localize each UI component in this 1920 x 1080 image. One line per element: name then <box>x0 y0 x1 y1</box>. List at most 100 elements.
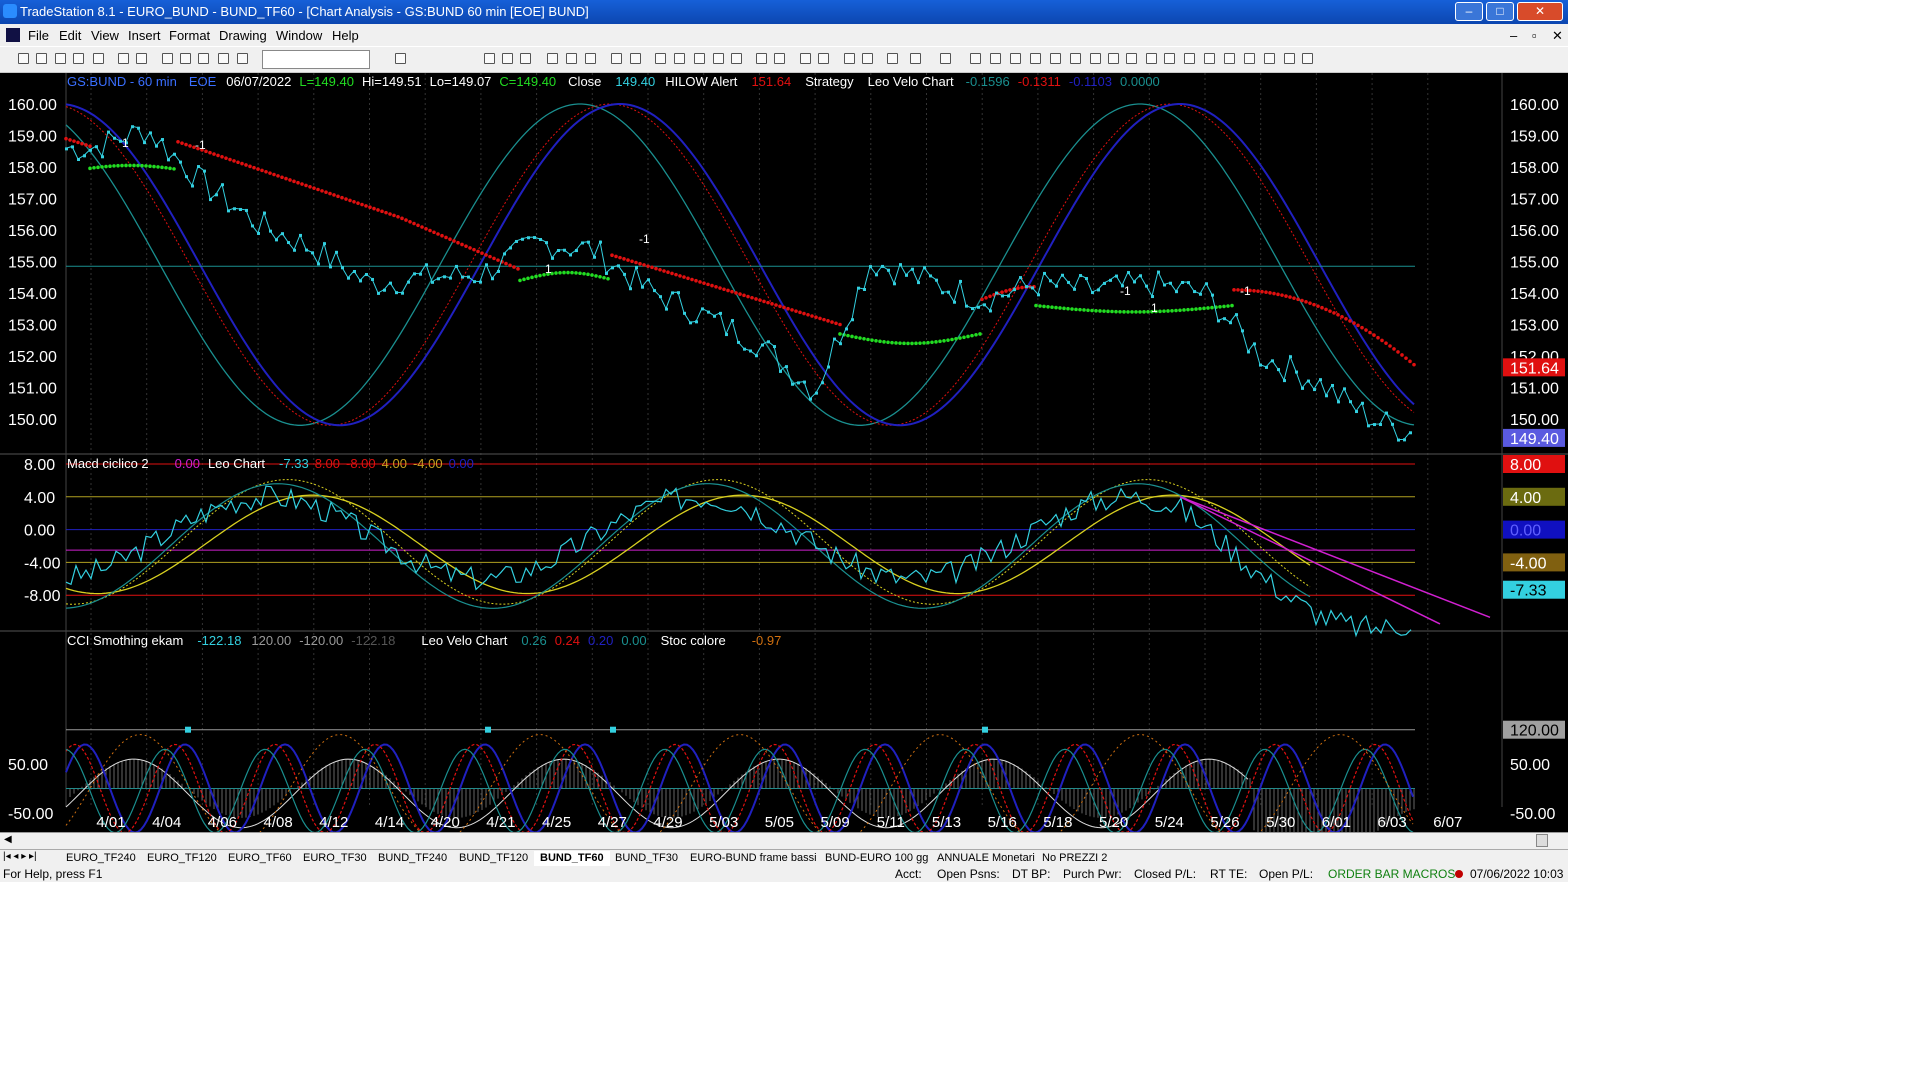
toolbar-tool-icon[interactable] <box>655 53 666 64</box>
toolbar-tool-icon[interactable] <box>887 53 898 64</box>
toolbar-tool-icon[interactable] <box>694 53 705 64</box>
scroll-left-icon[interactable]: ◀ <box>4 834 12 845</box>
toolbar-tool-icon[interactable] <box>502 53 513 64</box>
toolbar-tool-icon[interactable] <box>800 53 811 64</box>
toolbar-tool-icon[interactable] <box>36 53 47 64</box>
strategy-green-dot <box>1118 309 1122 314</box>
toolbar-tool-icon[interactable] <box>1264 53 1275 64</box>
tab-nav-icon[interactable]: |◂ ◂ ▸ ▸| <box>3 851 37 862</box>
toolbar-tool-icon[interactable] <box>73 53 84 64</box>
menu-edit[interactable]: Edit <box>59 28 81 43</box>
tab-annuale-monetari[interactable]: ANNUALE Monetari <box>931 851 1041 866</box>
toolbar-tool-icon[interactable] <box>93 53 104 64</box>
toolbar-tool-icon[interactable] <box>1146 53 1157 64</box>
toolbar-tool-icon[interactable] <box>18 53 29 64</box>
tab-bund-euro-100gg[interactable]: BUND-EURO 100 gg <box>819 851 934 866</box>
toolbar-tool-icon[interactable] <box>774 53 785 64</box>
maximize-button[interactable]: □ <box>1486 2 1514 21</box>
toolbar-tool-icon[interactable] <box>1050 53 1061 64</box>
menu-format[interactable]: Format <box>169 28 210 43</box>
toolbar-tool-icon[interactable] <box>990 53 1001 64</box>
close-button[interactable]: ✕ <box>1517 2 1563 21</box>
minimize-button[interactable]: – <box>1455 2 1483 21</box>
toolbar-tool-icon[interactable] <box>1224 53 1235 64</box>
toolbar-tool-icon[interactable] <box>198 53 209 64</box>
symbol-dropdown[interactable] <box>262 50 370 69</box>
toolbar-tool-icon[interactable] <box>713 53 724 64</box>
strategy-red-dot <box>444 235 448 240</box>
strategy-red-dot <box>1296 297 1300 302</box>
strategy-red-dot <box>662 269 666 273</box>
tab-no-prezzi-2[interactable]: No PREZZI 2 <box>1036 851 1113 866</box>
toolbar-tool-icon[interactable] <box>818 53 829 64</box>
menu-drawing[interactable]: Drawing <box>219 28 267 43</box>
strategy-green-dot <box>1206 306 1210 310</box>
toolbar-tool-icon[interactable] <box>218 53 229 64</box>
toolbar-tool-icon[interactable] <box>1070 53 1081 64</box>
tab-euro-tf120[interactable]: EURO_TF120 <box>141 851 223 866</box>
toolbar-tool-icon[interactable] <box>547 53 558 64</box>
tab-euro-tf30[interactable]: EURO_TF30 <box>297 851 373 866</box>
toolbar-tool-icon[interactable] <box>55 53 66 64</box>
menu-view[interactable]: View <box>91 28 119 43</box>
menu-window[interactable]: Window <box>276 28 322 43</box>
tab-bund-tf60[interactable]: BUND_TF60 <box>534 851 610 866</box>
tab-bund-tf30[interactable]: BUND_TF30 <box>609 851 684 866</box>
toolbar-tool-icon[interactable] <box>674 53 685 64</box>
toolbar-tool-icon[interactable] <box>585 53 596 64</box>
toolbar-tool-icon[interactable] <box>1302 53 1313 64</box>
toolbar-tool-icon[interactable] <box>970 53 981 64</box>
tab-euro-tf240[interactable]: EURO_TF240 <box>60 851 142 866</box>
status-macros[interactable]: ORDER BAR MACROS <box>1328 867 1455 881</box>
toolbar-tool-icon[interactable] <box>731 53 742 64</box>
toolbar-tool-icon[interactable] <box>1126 53 1137 64</box>
macd-trendline <box>1179 496 1491 619</box>
toolbar-tool-icon[interactable] <box>910 53 921 64</box>
tab-bund-tf240[interactable]: BUND_TF240 <box>372 851 453 866</box>
toolbar-tool-icon[interactable] <box>237 53 248 64</box>
strategy-red-dot <box>208 150 212 155</box>
macd-y-tick: 0.00 <box>24 523 55 540</box>
scroll-thumb[interactable] <box>1536 834 1548 847</box>
menu-insert[interactable]: Insert <box>128 28 161 43</box>
toolbar-tool-icon[interactable] <box>1108 53 1119 64</box>
toolbar-tool-icon[interactable] <box>844 53 855 64</box>
tab-euro-tf60[interactable]: EURO_TF60 <box>222 851 298 866</box>
toolbar-tool-icon[interactable] <box>1090 53 1101 64</box>
tab-euro-bund-frame-bassi[interactable]: EURO-BUND frame bassi <box>684 851 823 866</box>
toolbar-tool-icon[interactable] <box>520 53 531 64</box>
strategy-green-dot <box>1166 309 1170 313</box>
toolbar-tool-icon[interactable] <box>118 53 129 64</box>
toolbar-tool-icon[interactable] <box>566 53 577 64</box>
toolbar-tool-icon[interactable] <box>1030 53 1041 64</box>
strategy-red-dot <box>188 144 192 148</box>
chart-canvas[interactable]: 1 -1 1 -1 -1 1 -1 4/01 4/04 4/06 4/08 4/12 4/14 4/20… <box>0 73 1568 849</box>
strategy-red-dot <box>348 198 352 203</box>
mdi-close-button[interactable]: ✕ <box>1552 28 1563 44</box>
toolbar-tool-icon[interactable] <box>1164 53 1175 64</box>
toolbar-tool-icon[interactable] <box>940 53 951 64</box>
toolbar-tool-icon[interactable] <box>1244 53 1255 64</box>
toolbar-tool-icon[interactable] <box>180 53 191 64</box>
mdi-minimize-button[interactable]: – <box>1510 28 1517 43</box>
toolbar-tool-icon[interactable] <box>862 53 873 64</box>
price-y-tick-right: 155.00 <box>1510 255 1559 272</box>
toolbar-tool-icon[interactable] <box>630 53 641 64</box>
horizontal-scrollbar[interactable]: ◀ <box>0 832 1568 849</box>
toolbar-tool-icon[interactable] <box>1204 53 1215 64</box>
toolbar-tool-icon[interactable] <box>756 53 767 64</box>
toolbar-tool-icon[interactable] <box>1010 53 1021 64</box>
strategy-green-dot <box>1194 307 1198 311</box>
toolbar-tool-icon[interactable] <box>395 53 406 64</box>
toolbar-tool-icon[interactable] <box>484 53 495 64</box>
mdi-restore-button[interactable]: ▫ <box>1532 28 1537 43</box>
menu-file[interactable]: File <box>28 28 49 43</box>
toolbar-tool-icon[interactable] <box>1284 53 1295 64</box>
menu-help[interactable]: Help <box>332 28 359 43</box>
tab-bund-tf120[interactable]: BUND_TF120 <box>453 851 534 866</box>
toolbar-tool-icon[interactable] <box>1184 53 1195 64</box>
toolbar-tool-icon[interactable] <box>611 53 622 64</box>
toolbar-tool-icon[interactable] <box>162 53 173 64</box>
chart-window[interactable]: 1 -1 1 -1 -1 1 -1 4/01 4/04 4/06 4/08 4/12 4/14 4/20… <box>0 73 1568 853</box>
toolbar-tool-icon[interactable] <box>136 53 147 64</box>
